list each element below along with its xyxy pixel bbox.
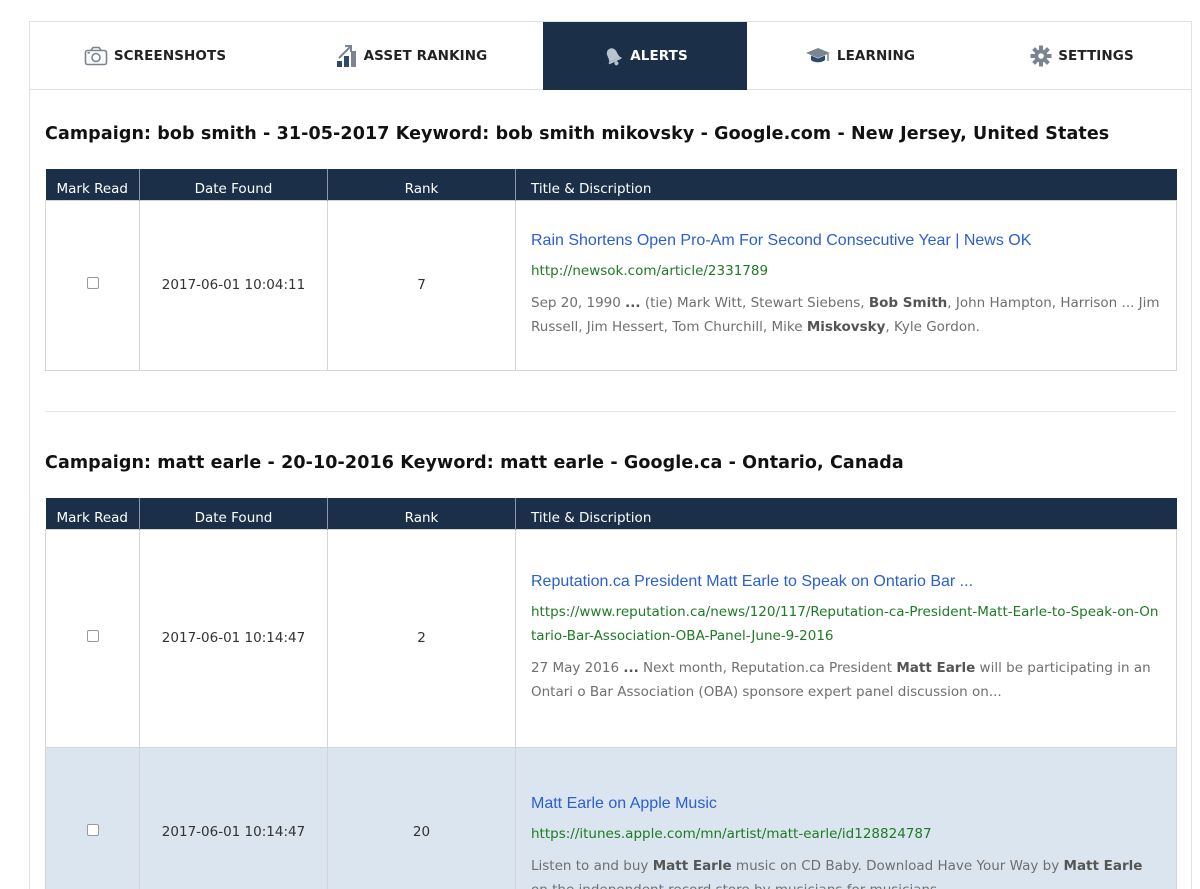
tab-screenshots[interactable]: SCREENSHOTS: [30, 22, 280, 90]
col-rank: Rank: [327, 169, 516, 200]
table-header-row: Mark Read Date Found Rank Title & Discri…: [45, 498, 1177, 529]
section-divider: [45, 411, 1176, 412]
rank-cell: 2: [327, 528, 516, 748]
tab-label: LEARNING: [836, 48, 916, 64]
result-snippet: Listen to and buy Matt Earle music on CD…: [531, 857, 1143, 889]
title-description-cell: Rain Shortens Open Pro-Am For Second Con…: [515, 199, 1177, 371]
tab-asset-ranking[interactable]: ASSET RANKING: [280, 22, 543, 90]
tab-learning[interactable]: LEARNING: [747, 22, 973, 90]
tab-label: SETTINGS: [1058, 48, 1134, 64]
tab-label: ALERTS: [630, 48, 688, 64]
mark-read-checkbox[interactable]: [86, 824, 99, 836]
col-title-description: Title & Discription: [515, 498, 1177, 529]
result-title-link[interactable]: Reputation.ca President Matt Earle to Sp…: [531, 573, 1161, 591]
tab-settings[interactable]: SETTINGS: [973, 22, 1191, 90]
table-row: 2017-06-01 10:14:47 20 Matt Earle on App…: [45, 746, 1177, 889]
result-snippet: 27 May 2016 ... Next month, Reputation.c…: [531, 659, 1151, 700]
result-url: http://newsok.com/article/2331789: [531, 262, 769, 279]
title-description-cell: Matt Earle on Apple Music https://itunes…: [515, 746, 1177, 889]
table-row: 2017-06-01 10:04:11 7 Rain Shortens Open…: [45, 199, 1177, 371]
mark-read-checkbox[interactable]: [86, 277, 99, 289]
table-row: 2017-06-01 10:14:47 2 Reputation.ca Pres…: [45, 528, 1177, 748]
alerts-table: Mark Read Date Found Rank Title & Discri…: [45, 169, 1177, 371]
col-rank: Rank: [327, 498, 516, 529]
bell-icon: [606, 48, 622, 66]
tab-label: ASSET RANKING: [363, 48, 488, 64]
ranking-chart-icon: [336, 45, 356, 67]
camera-icon: [84, 46, 108, 66]
campaign-title: Campaign: bob smith - 31-05-2017 Keyword…: [45, 124, 1110, 144]
rank-cell: 20: [327, 746, 516, 889]
mark-read-checkbox[interactable]: [86, 630, 99, 642]
rank-cell: 7: [327, 199, 516, 371]
main-tabs: SCREENSHOTS ASSET RANKING ALERTS LEARNIN…: [30, 22, 1191, 90]
col-date-found: Date Found: [139, 169, 328, 200]
col-mark-read: Mark Read: [45, 498, 140, 529]
alerts-panel: SCREENSHOTS ASSET RANKING ALERTS LEARNIN…: [29, 21, 1192, 889]
col-title-description: Title & Discription: [515, 169, 1177, 200]
col-mark-read: Mark Read: [45, 169, 140, 200]
date-found-cell: 2017-06-01 10:14:47: [139, 528, 328, 748]
tab-alerts[interactable]: ALERTS: [543, 22, 747, 90]
result-title-link[interactable]: Rain Shortens Open Pro-Am For Second Con…: [531, 232, 1161, 250]
col-date-found: Date Found: [139, 498, 328, 529]
title-description-cell: Reputation.ca President Matt Earle to Sp…: [515, 528, 1177, 748]
mark-read-cell: [45, 746, 140, 889]
date-found-cell: 2017-06-01 10:04:11: [139, 199, 328, 371]
mark-read-cell: [45, 199, 140, 371]
mark-read-cell: [45, 528, 140, 748]
result-url: https://www.reputation.ca/news/120/117/R…: [531, 603, 1159, 644]
tab-label: SCREENSHOTS: [113, 48, 227, 64]
result-url: https://itunes.apple.com/mn/artist/matt-…: [531, 825, 932, 842]
gear-icon: [1030, 45, 1052, 67]
campaign-title: Campaign: matt earle - 20-10-2016 Keywor…: [45, 453, 904, 473]
date-found-cell: 2017-06-01 10:14:47: [139, 746, 328, 889]
result-title-link[interactable]: Matt Earle on Apple Music: [531, 795, 1161, 813]
graduation-cap-icon: [805, 48, 830, 63]
alerts-table: Mark Read Date Found Rank Title & Discri…: [45, 498, 1177, 889]
table-header-row: Mark Read Date Found Rank Title & Discri…: [45, 169, 1177, 200]
result-snippet: Sep 20, 1990 ... (tie) Mark Witt, Stewar…: [531, 294, 1160, 335]
